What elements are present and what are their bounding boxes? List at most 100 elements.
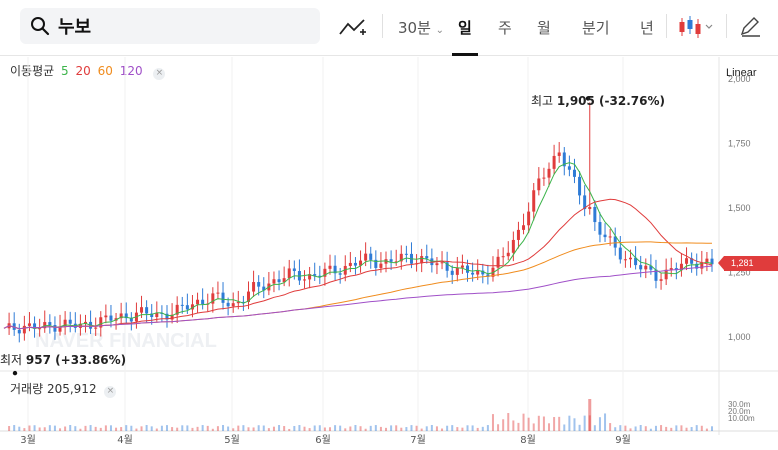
volume-bar <box>400 427 403 431</box>
volume-value: 205,912 <box>46 382 97 396</box>
volume-bar <box>267 428 270 431</box>
tab-quarter[interactable]: 분기 <box>582 17 610 38</box>
volume-bar <box>272 426 275 431</box>
volume-bar <box>196 426 199 431</box>
volume-bar <box>237 425 240 431</box>
price-tick-label: 1,000 <box>728 332 751 342</box>
candle-body <box>639 265 643 270</box>
volume-bar <box>74 426 77 431</box>
volume-bar <box>695 425 698 431</box>
volume-tick-label: 10.00m <box>728 414 755 423</box>
volume-bar <box>8 426 11 431</box>
candle-body <box>516 229 520 240</box>
toolbar: 30분 ⌄ 일 주 월 분기 년 <box>0 0 778 56</box>
candle-body <box>685 258 689 264</box>
line-chart-plus-icon[interactable] <box>338 14 368 40</box>
candle-body <box>53 325 57 332</box>
low-value: 957 (+33.86%) <box>25 353 127 367</box>
volume-bar <box>512 420 515 431</box>
volume-bar <box>649 428 652 431</box>
volume-bar <box>711 426 713 431</box>
tab-week[interactable]: 주 <box>498 17 512 38</box>
volume-bar <box>181 425 184 431</box>
volume-bar <box>130 425 133 431</box>
volume-bar <box>563 424 566 431</box>
candle-body <box>68 319 72 324</box>
candle-body <box>588 206 592 210</box>
candle-body <box>379 263 383 268</box>
volume-bar <box>222 425 225 431</box>
low-annotation: 최저 957 (+33.86%) <box>0 351 126 368</box>
candle-body <box>272 279 276 284</box>
candle-body <box>425 256 429 259</box>
candle-body <box>348 262 352 266</box>
volume-bar <box>69 425 72 431</box>
volume-bar <box>227 426 230 431</box>
volume-bar <box>155 428 158 431</box>
candlestick-icon[interactable] <box>676 14 716 40</box>
tab-month[interactable]: 월 <box>537 17 551 38</box>
volume-bar <box>165 425 168 431</box>
volume-bar <box>334 425 337 431</box>
volume-bar <box>262 425 265 431</box>
volume-bar <box>79 428 82 431</box>
volume-bar <box>206 425 209 431</box>
volume-bar <box>303 426 306 431</box>
volume-bar <box>120 427 123 431</box>
search-input[interactable] <box>58 8 308 44</box>
chart-watermark: NAVER FINANCIAL <box>35 330 217 352</box>
candle-body <box>664 269 668 280</box>
volume-bar <box>84 425 87 431</box>
volume-bar <box>476 427 479 431</box>
volume-bar <box>415 425 418 431</box>
volume-bar <box>553 417 556 431</box>
volume-bar <box>59 428 62 431</box>
candle-body <box>455 267 459 275</box>
tab-year[interactable]: 년 <box>640 17 654 38</box>
price-chart[interactable]: NAVER FINANCIAL 2,0001,7501,5001,2501,00… <box>0 57 778 450</box>
candle-body <box>155 312 159 318</box>
volume-bar <box>705 428 708 431</box>
candle-body <box>109 315 113 321</box>
candle-body <box>552 155 556 169</box>
candle-body <box>522 225 526 230</box>
tab-day[interactable]: 일 <box>458 17 472 38</box>
volume-bar <box>216 426 219 431</box>
volume-legend: 거래량 205,912 × <box>10 380 117 398</box>
volume-bar <box>64 426 67 431</box>
candle-body <box>613 236 617 248</box>
volume-bar <box>176 427 179 431</box>
volume-bar <box>578 424 581 431</box>
volume-bar <box>379 426 382 431</box>
volume-label: 거래량 <box>10 382 44 396</box>
volume-bar <box>522 413 525 431</box>
price-tick-label: 1,750 <box>728 138 751 148</box>
interval-30m[interactable]: 30분 ⌄ <box>398 17 444 38</box>
volume-bar <box>537 415 540 431</box>
candle-body <box>145 307 149 314</box>
low-label: 최저 <box>0 353 23 367</box>
volume-bar <box>354 425 357 431</box>
volume-bar <box>28 425 31 431</box>
candle-body <box>623 259 627 261</box>
volume-bar <box>186 425 189 431</box>
active-tab-indicator <box>452 53 478 56</box>
volume-bar <box>293 426 296 431</box>
pencil-icon[interactable] <box>734 14 764 40</box>
volume-bar <box>395 425 398 431</box>
volume-bar <box>700 425 703 431</box>
candle-body <box>216 292 220 294</box>
candle-body <box>659 279 663 281</box>
volume-bar <box>242 425 245 431</box>
search-box[interactable] <box>20 8 320 44</box>
candle-body <box>593 206 597 223</box>
candle-body <box>644 265 648 270</box>
volume-bar <box>425 426 428 431</box>
close-icon[interactable]: × <box>104 386 117 398</box>
volume-bar <box>171 427 174 431</box>
volume-bar <box>558 416 561 431</box>
volume-bar <box>308 428 311 431</box>
volume-bar <box>89 425 92 431</box>
volume-bar <box>313 425 316 431</box>
volume-bar <box>125 425 128 431</box>
